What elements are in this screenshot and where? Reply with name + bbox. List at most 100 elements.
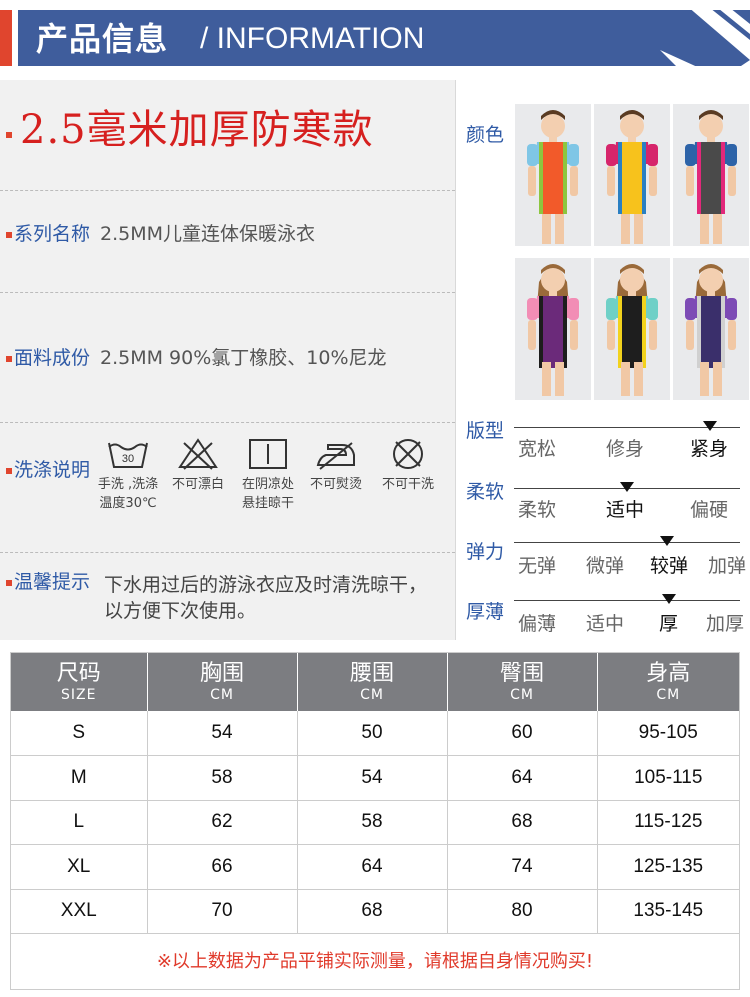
height-cell: 135-145 [597,889,739,934]
hip-cell: 64 [447,755,598,801]
child-model-icon [606,264,658,396]
fit-option: 修身 [606,438,645,460]
header: 产品信息 / INFORMATION [0,0,750,80]
header-title: 产品信息 [36,20,169,58]
wash-text-line2: 温度30℃ [99,496,157,511]
elasticity-option: 无弹 [518,555,557,577]
size-table: 尺码 SIZE 胸围 CM 腰围 CM 臀围 CM 身高 CM S 54 50 60 95… [10,652,740,990]
fit-option: 宽松 [518,438,557,460]
elasticity-marker [660,536,674,546]
divider [0,422,455,423]
thickness-option-selected: 厚 [659,613,679,635]
wash-text-line2: 悬挂晾干 [241,496,294,511]
product-heading: 2.5毫米加厚防寒款 [20,107,374,153]
table-row: M 58 54 64 105-115 [11,755,739,801]
wash-item-no-dry-clean: 不可干洗 [370,437,446,494]
no-iron-icon [316,442,355,470]
waist-cell: 54 [297,755,448,801]
waist-cell: 58 [297,800,448,845]
series-label: 系列名称 [14,223,91,245]
child-model-icon [606,110,658,244]
child-model-icon [685,110,737,244]
chest-cell: 54 [147,711,298,756]
size-cell: XL [11,844,148,890]
thickness-scale-line [514,600,740,601]
fit-option-selected: 紧身 [690,438,729,460]
thickness-option: 偏薄 [518,613,557,635]
fit-label: 版型 [466,420,505,442]
wash-item-hand-wash: 30 手洗 ,洗涤 温度30℃ [90,437,166,513]
size-cell: S [11,711,148,756]
header-stripes-decoration [660,0,750,80]
bullet-icon [6,132,12,138]
wash-text-line1: 不可熨烫 [309,477,362,492]
fabric-label: 面料成份 [14,347,91,369]
table-row: XXL 70 68 80 135-145 [11,889,739,934]
swimsuit-photo-boy-gray[interactable] [673,104,749,246]
hip-cell: 60 [447,711,598,756]
hip-cell: 74 [447,844,598,890]
bullet-icon [6,356,12,362]
bullet-icon [6,580,12,586]
height-cell: 105-115 [597,755,739,801]
divider [0,552,455,553]
thickness-label: 厚薄 [466,601,505,623]
swimsuit-photo-boy-orange[interactable] [515,104,591,246]
wash-item-no-iron: 不可熨烫 [298,437,374,494]
elasticity-option: 微弹 [586,555,625,577]
header-chest: 胸围 CM [147,653,298,711]
hip-cell: 80 [447,889,598,934]
wash-item-line-dry: 在阴凉处 悬挂晾干 [230,437,306,513]
fabric-value: 2.5MM 90%氯丁橡胶、10%尼龙 [100,347,387,369]
bullet-icon [6,468,12,474]
size-cell: XXL [11,889,148,934]
header-size: 尺码 SIZE [11,653,148,711]
height-cell: 125-135 [597,844,739,890]
waist-cell: 68 [297,889,448,934]
tip-label: 温馨提示 [14,571,91,593]
wash-text-line1: 在阴凉处 [241,477,294,492]
divider [0,190,455,191]
wash-text-line1: 手洗 ,洗涤 [97,477,159,492]
wash-item-no-bleach: 不可漂白 [160,437,236,494]
no-bleach-icon [178,438,218,470]
softness-option-selected: 适中 [606,499,645,521]
softness-marker [620,482,634,492]
elasticity-label: 弹力 [466,541,505,563]
height-cell: 95-105 [597,711,739,756]
swimsuit-photo-boy-yellow[interactable] [594,104,670,246]
no-dry-clean-icon [393,439,423,469]
swimsuit-photo-girl-teal[interactable] [594,258,670,400]
measurement-note: ※以上数据为产品平铺实际测量，请根据自身情况购买! [156,951,594,972]
chest-cell: 58 [147,755,298,801]
header-height: 身高 CM [597,653,739,711]
bullet-icon [6,232,12,238]
series-value: 2.5MM儿童连体保暖泳衣 [100,223,316,245]
softness-label: 柔软 [466,481,505,503]
child-model-icon [527,110,579,244]
fit-marker [703,421,717,431]
header-hip: 臀围 CM [447,653,598,711]
header-waist: 腰围 CM [297,653,448,711]
header-subtitle: / INFORMATION [200,22,425,55]
thickness-option: 加厚 [706,613,745,635]
height-cell: 115-125 [597,800,739,845]
elasticity-option-selected: 较弹 [650,555,689,577]
softness-option: 偏硬 [690,499,729,521]
swimsuit-photo-girl-purple[interactable] [673,258,749,400]
size-cell: M [11,755,148,801]
child-model-icon [527,264,579,396]
tip-value: 下水用过后的游泳衣应及时清洗晾干，以方便下次使用。 [104,574,428,622]
waist-cell: 50 [297,711,448,756]
table-row: XL 66 64 74 125-135 [11,844,739,890]
swimsuit-photo-girl-pink[interactable] [515,258,591,400]
chest-cell: 66 [147,844,298,890]
elasticity-scale-line [514,542,740,543]
softness-option: 柔软 [518,499,557,521]
divider [0,292,455,293]
size-cell: L [11,800,148,845]
wash-temp: 30 [122,453,134,465]
product-info-panel: 2.5毫米加厚防寒款 系列名称 2.5MM儿童连体保暖泳衣 面料成份 2.5MM… [0,80,455,640]
header-accent [0,10,12,66]
wash-text-line1: 不可漂白 [171,477,224,492]
